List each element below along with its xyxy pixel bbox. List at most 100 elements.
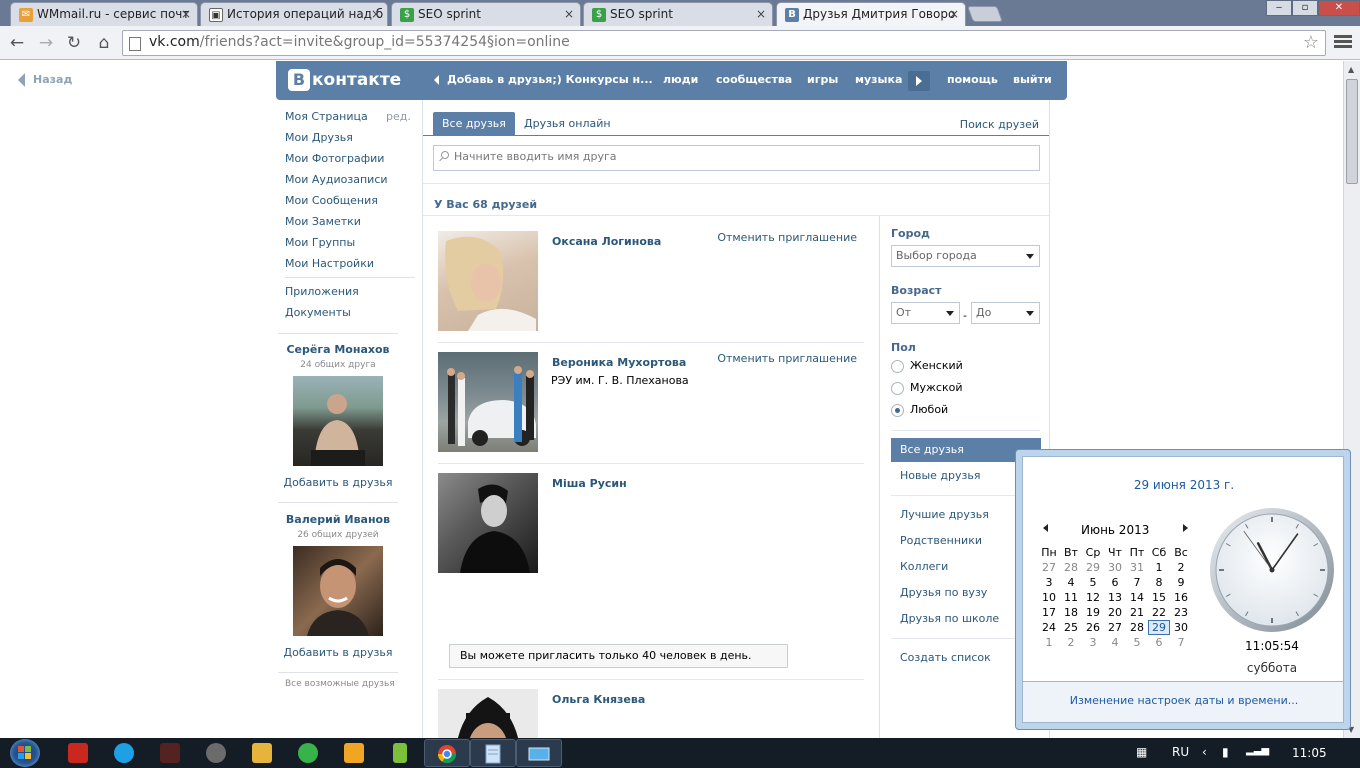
- card-game-icon[interactable]: [68, 743, 88, 763]
- nav-music[interactable]: музыка: [855, 73, 902, 86]
- minimize-button[interactable]: ‒: [1266, 0, 1292, 16]
- calendar-day[interactable]: 11: [1060, 590, 1082, 605]
- suggested-friend-name[interactable]: Валерий Иванов: [278, 513, 398, 526]
- forward-arrow-icon[interactable]: →: [36, 33, 56, 53]
- calendar-day[interactable]: 5: [1126, 635, 1148, 650]
- download-icon[interactable]: [393, 743, 407, 763]
- cancel-invitation-link[interactable]: Отменить приглашение: [717, 231, 857, 244]
- browser-menu-icon[interactable]: [1334, 33, 1352, 51]
- calendar-day[interactable]: 3: [1082, 635, 1104, 650]
- friend-photo[interactable]: [438, 231, 538, 331]
- browser-tab-seosprint-1[interactable]: $ SEO sprint ×: [391, 2, 581, 26]
- nav-help[interactable]: помощь: [947, 73, 998, 86]
- browser-tab-vk-friends[interactable]: B Друзья Дмитрия Говоро ×: [776, 2, 966, 26]
- left-nav-my-audio[interactable]: Мои Аудиозаписи: [285, 173, 415, 194]
- calendar-day[interactable]: 28: [1126, 620, 1148, 635]
- calendar-day[interactable]: 30: [1104, 560, 1126, 575]
- network-tray-icon[interactable]: ▦: [1136, 745, 1147, 759]
- calendar-day[interactable]: 2: [1060, 635, 1082, 650]
- radio-button[interactable]: [891, 382, 904, 395]
- suggested-friend-name[interactable]: Серёга Монахов: [278, 343, 398, 356]
- close-tab-icon[interactable]: ×: [756, 3, 766, 25]
- calendar-day[interactable]: 27: [1038, 560, 1060, 575]
- messenger-icon[interactable]: [298, 743, 318, 763]
- taskbar-clock[interactable]: 11:05: [1292, 746, 1327, 760]
- calendar-day[interactable]: 25: [1060, 620, 1082, 635]
- calendar-day[interactable]: 12: [1082, 590, 1104, 605]
- calendar-day[interactable]: 20: [1104, 605, 1126, 620]
- calendar-day[interactable]: 6: [1104, 575, 1126, 590]
- friend-name[interactable]: Оксана Логинова: [552, 235, 661, 248]
- home-icon[interactable]: ⌂: [94, 33, 114, 53]
- age-to-select[interactable]: До: [971, 302, 1040, 324]
- calendar-day[interactable]: 21: [1126, 605, 1148, 620]
- left-nav-my-messages[interactable]: Мои Сообщения: [285, 194, 415, 215]
- calendar-day[interactable]: 24: [1038, 620, 1060, 635]
- friend-name[interactable]: Міша Русин: [552, 477, 627, 490]
- tab-all-friends[interactable]: Все друзья: [433, 112, 515, 136]
- calendar-day[interactable]: 4: [1104, 635, 1126, 650]
- calendar-day[interactable]: 1: [1038, 635, 1060, 650]
- taskbar-keyboard[interactable]: [516, 739, 562, 767]
- close-tab-icon[interactable]: ×: [949, 3, 959, 25]
- calendar-day[interactable]: 10: [1038, 590, 1060, 605]
- language-indicator[interactable]: RU: [1172, 745, 1189, 759]
- video-app-icon[interactable]: [160, 743, 180, 763]
- calendar-day[interactable]: 29: [1082, 560, 1104, 575]
- tab-friends-online[interactable]: Друзья онлайн: [515, 112, 620, 136]
- new-tab-button[interactable]: [967, 6, 1003, 22]
- back-arrow-icon[interactable]: ←: [7, 33, 27, 53]
- edit-menu-link[interactable]: ред.: [386, 110, 411, 123]
- change-date-time-settings-link[interactable]: Изменение настроек даты и времени...: [1023, 694, 1345, 707]
- calendar-day[interactable]: 22: [1148, 605, 1170, 620]
- left-nav-my-friends[interactable]: Мои Друзья: [285, 131, 415, 152]
- calendar-day[interactable]: 5: [1082, 575, 1104, 590]
- scrollbar-thumb[interactable]: [1346, 79, 1358, 184]
- all-possible-friends-link[interactable]: Все возможные друзья: [285, 679, 395, 689]
- calendar-day[interactable]: 28: [1060, 560, 1082, 575]
- nav-games[interactable]: игры: [807, 73, 838, 86]
- address-bar[interactable]: vk.com/friends?act=invite&group_id=55374…: [122, 30, 1326, 56]
- previous-month-icon[interactable]: [1043, 524, 1048, 532]
- calendar-day[interactable]: 18: [1060, 605, 1082, 620]
- close-tab-icon[interactable]: ×: [371, 3, 381, 25]
- reload-icon[interactable]: ↻: [64, 33, 84, 53]
- friend-photo[interactable]: [438, 473, 538, 573]
- find-friends-link[interactable]: Поиск друзей: [960, 118, 1039, 131]
- age-from-select[interactable]: От: [891, 302, 960, 324]
- calendar-day[interactable]: 3: [1038, 575, 1060, 590]
- nav-logout[interactable]: выйти: [1013, 73, 1052, 86]
- friend-search-input[interactable]: [454, 150, 1024, 163]
- calendar-day[interactable]: 26: [1082, 620, 1104, 635]
- nav-people[interactable]: люди: [663, 73, 698, 86]
- browser-tab-wmmail[interactable]: ✉ WMmail.ru - сервис почт ×: [10, 2, 198, 26]
- current-date-link[interactable]: 29 июня 2013 г.: [1023, 478, 1345, 492]
- suggested-friend-photo[interactable]: [293, 546, 383, 636]
- calendar-day[interactable]: 6: [1148, 635, 1170, 650]
- radio-button-selected[interactable]: [891, 404, 904, 417]
- left-nav-my-groups[interactable]: Мои Группы: [285, 236, 415, 257]
- suggested-friend-photo[interactable]: [293, 376, 383, 466]
- calendar-day[interactable]: 9: [1170, 575, 1192, 590]
- calendar-day[interactable]: 7: [1170, 635, 1192, 650]
- city-select[interactable]: Выбор города: [891, 245, 1040, 267]
- left-nav-my-notes[interactable]: Мои Заметки: [285, 215, 415, 236]
- status-link[interactable]: Добавь в друзья;) Конкурсы н...: [447, 73, 653, 86]
- cancel-invitation-link[interactable]: Отменить приглашение: [717, 352, 857, 365]
- calendar-day[interactable]: 4: [1060, 575, 1082, 590]
- show-hidden-icons-icon[interactable]: ‹: [1202, 745, 1207, 759]
- close-tab-icon[interactable]: ×: [181, 3, 191, 25]
- friend-photo[interactable]: [438, 352, 538, 452]
- bookmark-star-icon[interactable]: ☆: [1303, 32, 1319, 53]
- calendar-day[interactable]: 19: [1082, 605, 1104, 620]
- left-nav-documents[interactable]: Документы: [285, 306, 351, 327]
- taskbar-chrome[interactable]: [424, 739, 470, 767]
- skype-icon[interactable]: [114, 743, 134, 763]
- maximize-button[interactable]: ▫: [1292, 0, 1318, 16]
- calendar-day[interactable]: 7: [1126, 575, 1148, 590]
- nav-communities[interactable]: сообщества: [716, 73, 792, 86]
- back-link[interactable]: Назад: [18, 73, 72, 87]
- calendar-day[interactable]: 16: [1170, 590, 1192, 605]
- add-to-friends-link[interactable]: Добавить в друзья: [278, 476, 398, 489]
- friend-name[interactable]: Вероника Мухортова: [552, 356, 686, 369]
